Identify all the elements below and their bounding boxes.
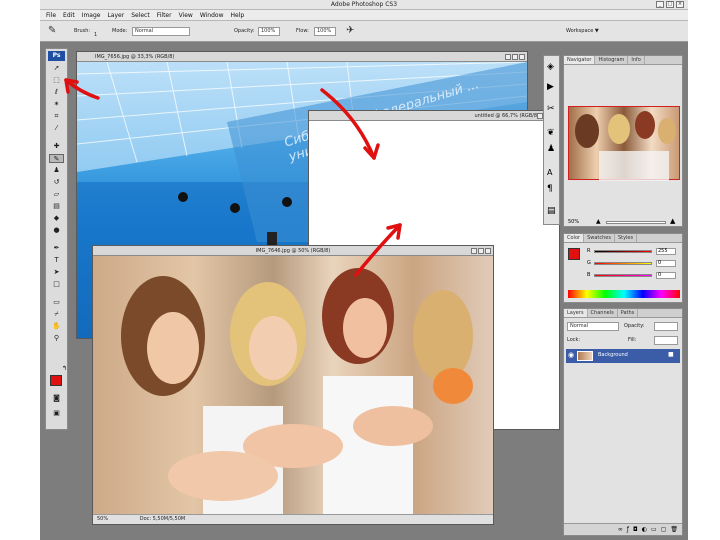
annotation-arrows bbox=[64, 78, 402, 277]
arrow-to-move-tool bbox=[64, 78, 100, 100]
photoshop-window: Adobe Photoshop CS3 _ □ × File Edit Imag… bbox=[40, 0, 688, 540]
arrow-to-blank-canvas-2 bbox=[354, 223, 402, 277]
